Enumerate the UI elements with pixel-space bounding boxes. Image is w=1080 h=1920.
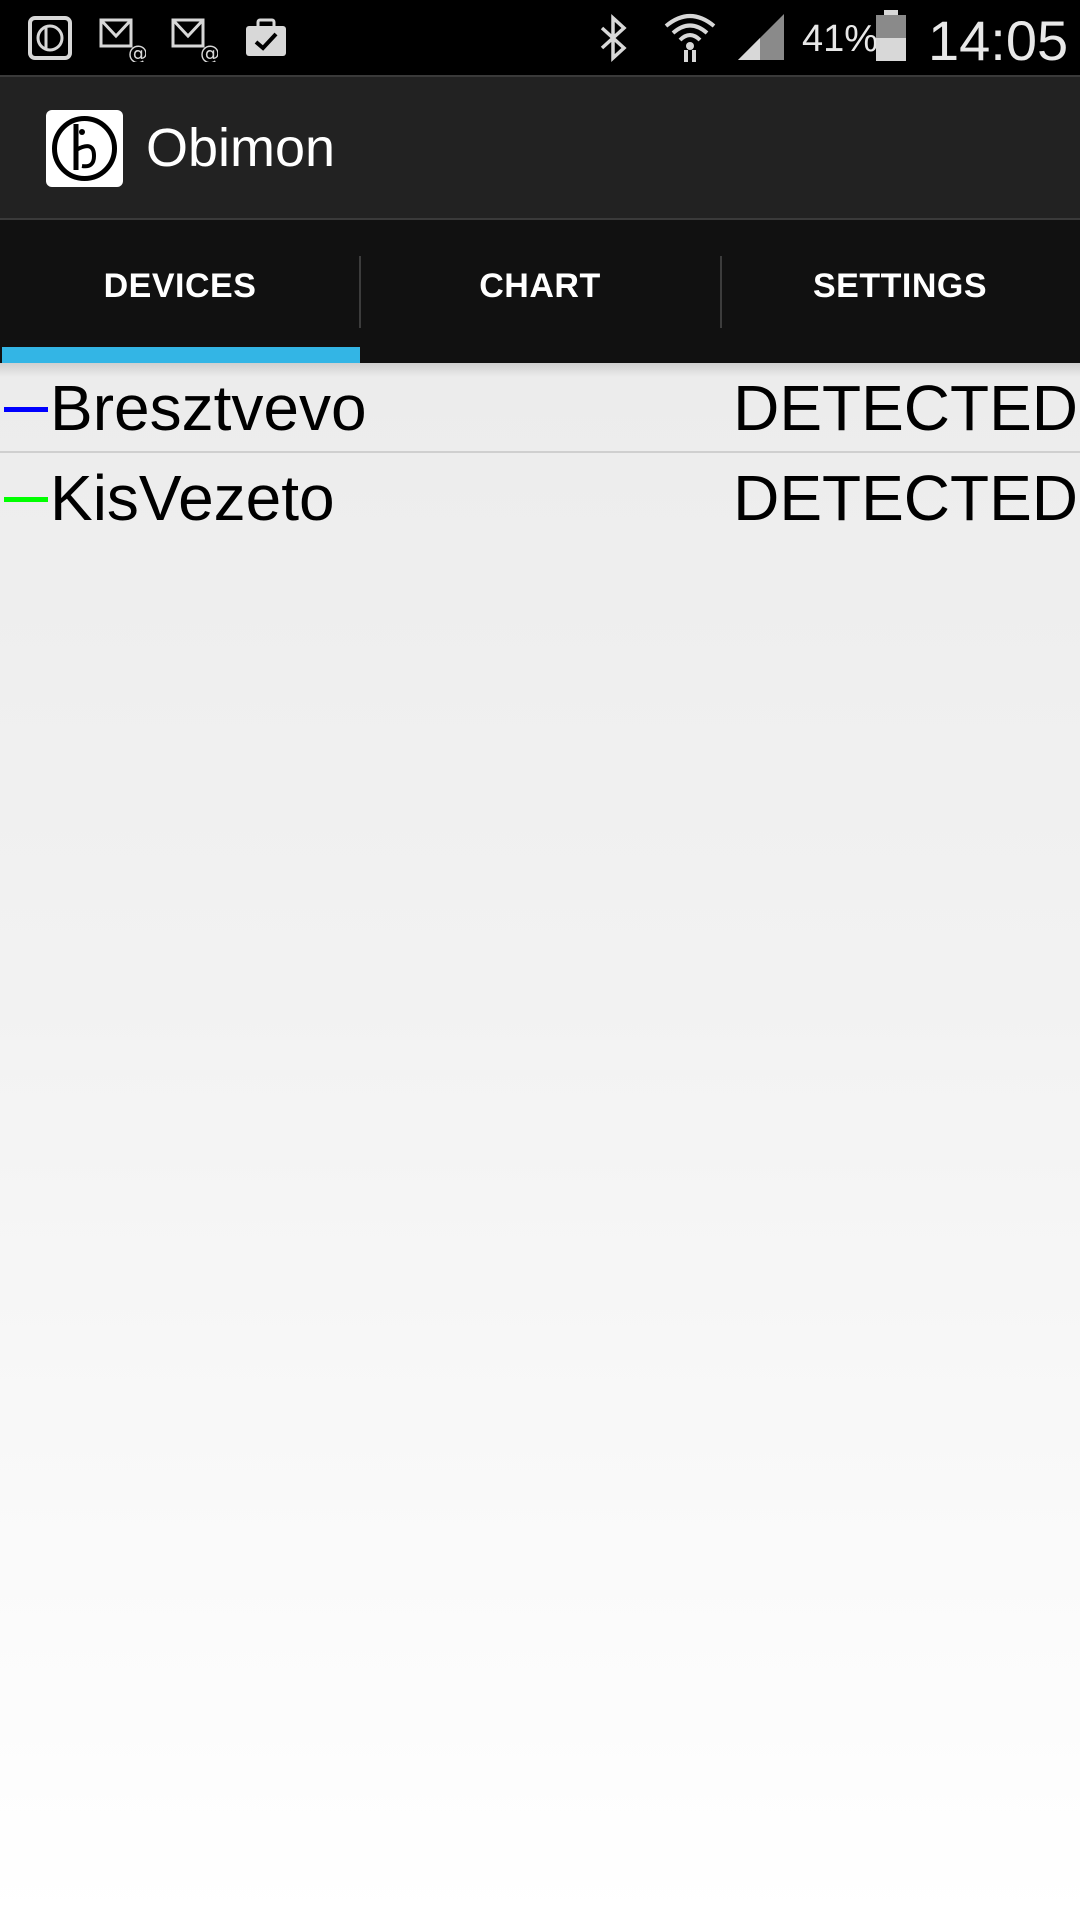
battery-percent: 41% — [802, 18, 879, 60]
signal-icon — [738, 14, 784, 60]
svg-text:@: @ — [200, 41, 218, 62]
tab-label: CHART — [479, 267, 601, 305]
device-name: KisVezeto — [50, 462, 335, 534]
obimon-logo-icon[interactable] — [46, 110, 123, 187]
clock: 14:05 — [928, 9, 1069, 72]
wifi-icon — [664, 14, 716, 62]
tab-label: DEVICES — [103, 267, 257, 305]
action-bar: Obimon — [0, 75, 1080, 220]
list-item[interactable]: KisVezeto DETECTED — [0, 453, 1080, 543]
device-status: DETECTED — [733, 372, 1078, 444]
email-icon: @ — [99, 18, 146, 62]
app-title: Obimon — [146, 118, 336, 178]
tab-devices[interactable]: DEVICES — [0, 220, 360, 363]
battery-icon — [876, 10, 906, 61]
tab-divider — [720, 256, 722, 328]
svg-text:@: @ — [128, 41, 146, 62]
device-color-swatch — [4, 497, 48, 502]
selected-tab-indicator — [2, 347, 360, 363]
bluetooth-icon — [600, 14, 627, 62]
tab-settings[interactable]: SETTINGS — [720, 220, 1080, 363]
tab-label: SETTINGS — [812, 267, 988, 305]
device-name: Bresztvevo — [50, 372, 367, 444]
device-status: DETECTED — [733, 462, 1078, 534]
tab-chart[interactable]: CHART — [360, 220, 720, 363]
tab-divider — [359, 256, 361, 328]
device-list: Bresztvevo DETECTED KisVezeto DETECTED — [0, 363, 1080, 1920]
status-bar: @ @ 41% 14:05 — [0, 0, 1080, 75]
obimon-app-icon — [28, 16, 72, 60]
email-icon: @ — [171, 18, 218, 62]
list-item[interactable]: Bresztvevo DETECTED — [0, 363, 1080, 453]
tab-bar: DEVICES CHART SETTINGS — [0, 220, 1080, 363]
clipboard-check-icon — [246, 18, 286, 56]
device-color-swatch — [4, 407, 48, 412]
